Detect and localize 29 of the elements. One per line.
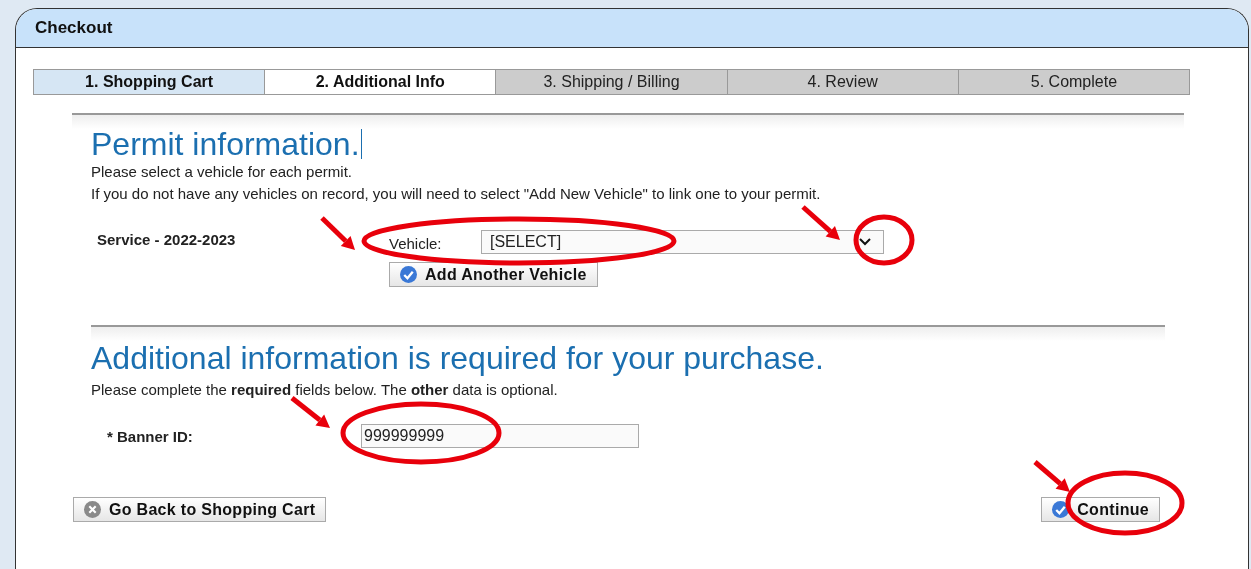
- step-tab[interactable]: 1. Shopping Cart: [33, 69, 266, 95]
- add-vehicle-button[interactable]: Add Another Vehicle: [389, 262, 598, 287]
- step-tab[interactable]: 5. Complete: [957, 69, 1190, 95]
- field-label: * Banner ID:: [107, 427, 194, 445]
- window-title: Checkout: [16, 9, 1248, 48]
- annotation-arrow: [801, 205, 840, 240]
- step-tab[interactable]: 4. Review: [726, 69, 959, 95]
- annotation-arrow: [1033, 460, 1070, 492]
- checkmark-icon: [1052, 501, 1070, 518]
- continue-button[interactable]: Continue: [1041, 497, 1160, 522]
- close-icon: [84, 501, 101, 518]
- instruction-text: Please complete the required fields below. The other data is optional.: [91, 380, 559, 400]
- annotation-arrow: [320, 216, 355, 250]
- field-label: Vehicle:: [389, 235, 442, 252]
- chevron-down-icon: [859, 238, 871, 246]
- checkmark-icon: [400, 266, 417, 283]
- instruction-text: If you do not have any vehicles on record, you will need to select "Add New Vehicle" to link one to your permit.: [91, 184, 822, 204]
- highlight-ellipse: [853, 214, 915, 266]
- banner-id-field[interactable]: 999999999: [361, 424, 639, 448]
- section-heading: Permit information.: [91, 125, 360, 163]
- vehicle-dropdown[interactable]: [SELECT]: [481, 230, 884, 254]
- annotation-arrow: [290, 396, 330, 428]
- back-button[interactable]: Go Back to Shopping Cart: [73, 497, 327, 522]
- instruction-text: Please select a vehicle for each permit.: [91, 163, 353, 181]
- step-tab[interactable]: 2. Additional Info: [264, 69, 497, 95]
- section-heading: Additional information is required for your purchase.: [91, 339, 825, 377]
- step-tab[interactable]: 3. Shipping / Billing: [495, 69, 728, 95]
- permit-name: Service - 2022-2023: [97, 231, 236, 248]
- text-cursor: [360, 129, 362, 159]
